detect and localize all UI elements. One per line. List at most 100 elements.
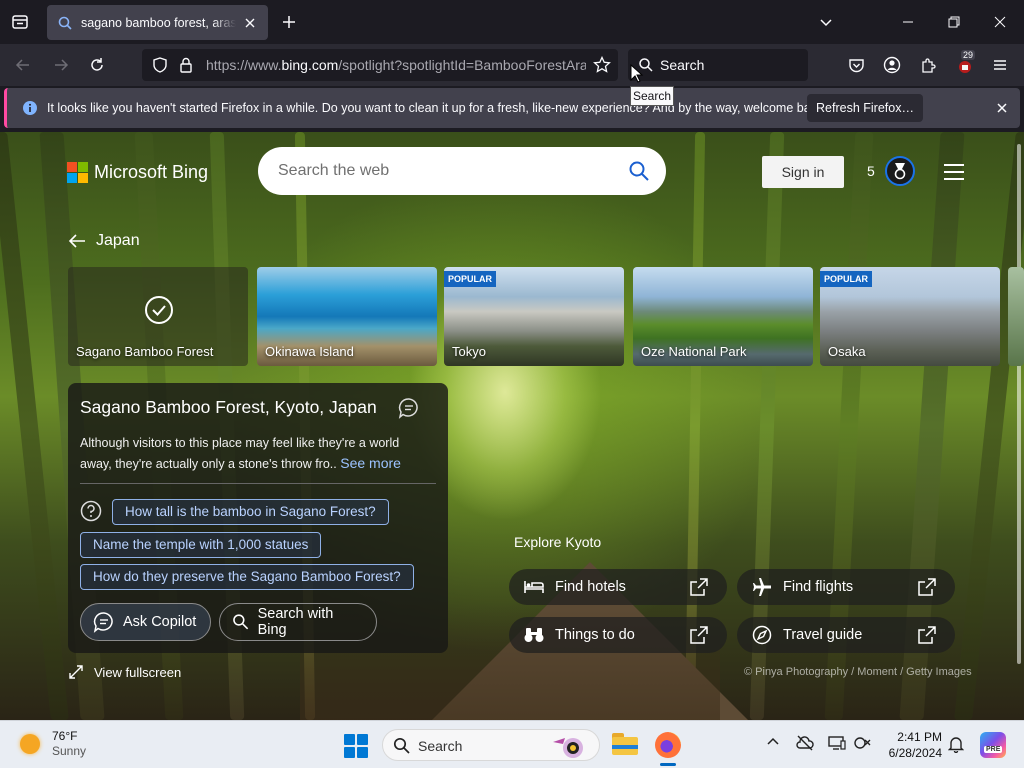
find-flights-label: Find flights (783, 579, 854, 595)
search-favicon-icon (58, 16, 72, 30)
close-window-button[interactable] (990, 12, 1010, 32)
bing-search-input[interactable] (278, 159, 618, 183)
search-icon (233, 614, 249, 630)
suggested-question[interactable]: Name the temple with 1,000 statues (80, 532, 322, 558)
card-label: Sagano Bamboo Forest (76, 344, 214, 359)
firefox-view-icon[interactable] (8, 10, 32, 34)
show-hidden-icons-chevron-icon[interactable] (766, 735, 780, 749)
refresh-firefox-button[interactable]: Refresh Firefox… (807, 94, 923, 122)
bing-search-icon[interactable] (628, 160, 650, 182)
tracking-protection-shield-icon[interactable] (152, 57, 168, 73)
app-menu-icon[interactable] (990, 55, 1010, 75)
url-text[interactable]: https://www.bing.com/spotlight?spotlight… (206, 57, 586, 73)
url-path: /spotlight?spotlightId=BambooForestArash… (338, 57, 586, 73)
popular-badge: POPULAR (820, 271, 873, 287)
account-icon[interactable] (882, 55, 902, 75)
external-link-icon (690, 578, 708, 596)
card-okinawa-island[interactable]: Okinawa Island (257, 267, 437, 366)
travel-guide-button[interactable]: Travel guide (737, 617, 955, 653)
display-icon[interactable] (828, 735, 846, 751)
compass-icon (752, 625, 772, 645)
notification-bell-icon[interactable] (948, 735, 964, 753)
windows-start-icon[interactable] (344, 734, 368, 758)
file-explorer-icon[interactable] (612, 733, 638, 755)
location-title: Sagano Bamboo Forest, Kyoto, Japan (80, 397, 377, 417)
restore-button[interactable] (944, 12, 964, 32)
bing-menu-icon[interactable] (944, 164, 964, 185)
back-button[interactable] (12, 55, 34, 75)
suggested-question[interactable]: How do they preserve the Sagano Bamboo F… (80, 564, 414, 590)
extension-badge-icon[interactable]: 29 (954, 50, 976, 75)
rewards-points: 5 (867, 163, 875, 179)
search-bar[interactable]: Search (628, 49, 808, 81)
bookmark-star-icon[interactable] (593, 56, 611, 74)
card-next-partial[interactable] (1008, 267, 1024, 366)
find-hotels-button[interactable]: Find hotels (509, 569, 727, 605)
copilot-icon[interactable]: PRE (980, 732, 1006, 758)
view-fullscreen-link[interactable]: View fullscreen (68, 664, 181, 680)
extension-badge-count: 29 (961, 50, 976, 60)
close-tab-icon[interactable] (242, 15, 258, 31)
view-fullscreen-label: View fullscreen (94, 664, 182, 680)
ask-copilot-button[interactable]: Ask Copilot (80, 603, 211, 641)
url-prefix: https://www. (206, 57, 282, 73)
tab-title: sagano bamboo forest, arashiyama (81, 15, 236, 30)
search-with-bing-button[interactable]: Search with Bing (219, 603, 377, 641)
card-oze-national-park[interactable]: Oze National Park (633, 267, 813, 366)
divider (80, 483, 436, 484)
taskbar-search-label: Search (418, 738, 463, 754)
extensions-puzzle-icon[interactable] (918, 55, 938, 75)
onedrive-offline-icon[interactable] (796, 735, 814, 751)
taskbar-search[interactable]: Search (382, 729, 600, 761)
back-to-japan-link[interactable]: Japan (68, 232, 140, 250)
system-clock[interactable]: 2:41 PM 6/28/2024 (880, 729, 942, 761)
minimize-button[interactable] (898, 12, 918, 32)
see-more-link[interactable]: See more (340, 455, 401, 471)
bed-icon (524, 581, 544, 593)
pocket-icon[interactable] (846, 55, 866, 75)
sign-in-button[interactable]: Sign in (762, 156, 844, 188)
card-label: Okinawa Island (265, 344, 354, 359)
mouse-cursor-icon (630, 64, 644, 83)
tab-active[interactable]: sagano bamboo forest, arashiyama (47, 5, 268, 40)
find-flights-button[interactable]: Find flights (737, 569, 955, 605)
selected-check-icon (145, 296, 173, 324)
new-tab-button[interactable] (279, 12, 299, 32)
find-hotels-label: Find hotels (555, 579, 626, 595)
firefox-taskbar-icon[interactable] (655, 732, 681, 758)
microsoft-logo-icon (67, 162, 88, 183)
active-app-indicator (660, 763, 676, 766)
bing-search-box[interactable] (258, 147, 666, 195)
notification-bar: It looks like you haven't started Firefo… (4, 88, 1020, 128)
photo-credit: © Pinya Photography / Moment / Getty Ima… (744, 666, 972, 678)
lock-icon[interactable] (179, 57, 193, 73)
list-all-tabs-button[interactable] (816, 12, 836, 32)
navigation-toolbar: https://www.bing.com/spotlight?spotlight… (0, 44, 1024, 86)
chat-bubble-icon[interactable] (398, 397, 420, 419)
bing-logo-text: Microsoft Bing (94, 162, 209, 182)
page-scrollbar[interactable] (1017, 144, 1021, 664)
clock-date: 6/28/2024 (888, 746, 942, 760)
external-link-icon (918, 626, 936, 644)
weather-widget[interactable]: 76°F Sunny (20, 729, 86, 759)
url-host: bing.com (281, 57, 339, 73)
external-link-icon (918, 578, 936, 596)
bing-logo[interactable]: Microsoft Bing (67, 162, 208, 183)
network-icon[interactable] (854, 735, 872, 751)
binoculars-icon (524, 628, 544, 642)
card-sagano-bamboo-forest[interactable]: Sagano Bamboo Forest (68, 267, 248, 366)
address-bar[interactable]: https://www.bing.com/spotlight?spotlight… (142, 49, 618, 81)
card-tokyo[interactable]: POPULAR Tokyo (444, 267, 624, 366)
card-label: Oze National Park (641, 344, 747, 359)
rewards-button[interactable]: 5 (867, 156, 915, 186)
forward-button[interactable] (50, 55, 72, 75)
back-label: Japan (96, 232, 140, 249)
rewards-medal-icon (884, 156, 915, 186)
close-notification-icon[interactable] (995, 101, 1009, 115)
things-to-do-button[interactable]: Things to do (509, 617, 727, 653)
suggested-question[interactable]: How tall is the bamboo in Sagano Forest? (112, 499, 389, 525)
explore-title: Explore Kyoto (514, 534, 602, 550)
things-to-do-label: Things to do (555, 627, 635, 643)
card-osaka[interactable]: POPULAR Osaka (820, 267, 1000, 366)
reload-button[interactable] (86, 55, 108, 75)
